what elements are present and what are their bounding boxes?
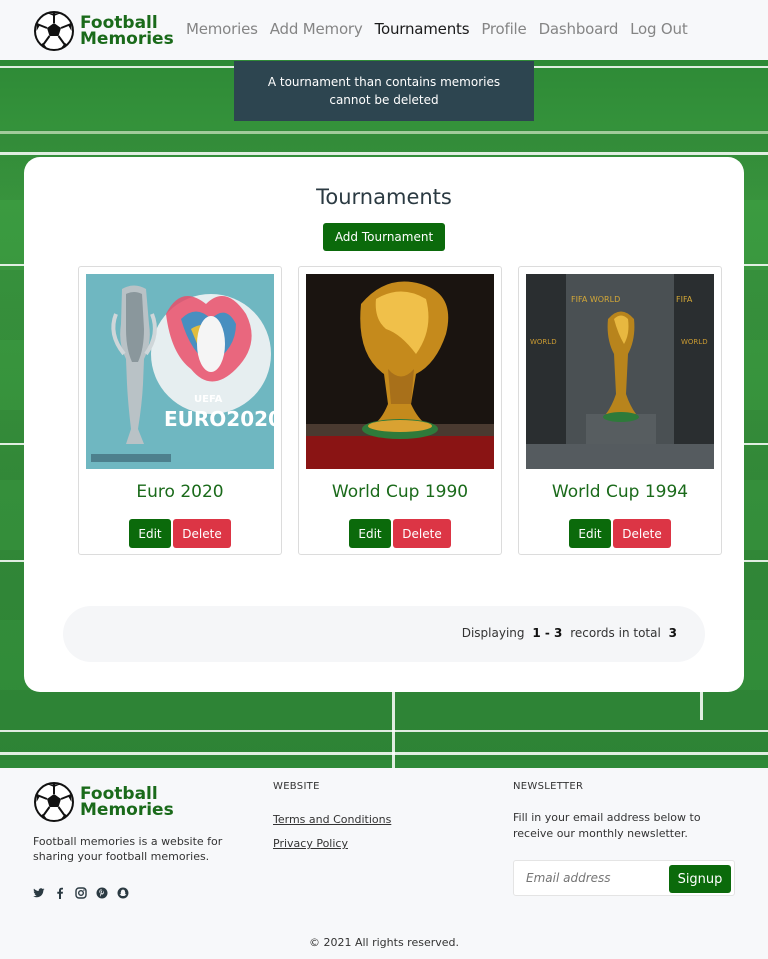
tournament-card: World Cup 1990 Edit Delete xyxy=(298,266,502,555)
edit-button[interactable]: Edit xyxy=(569,519,611,548)
social-links xyxy=(33,884,129,899)
newsletter-heading: NEWSLETTER xyxy=(513,781,584,792)
delete-button[interactable]: Delete xyxy=(613,519,671,548)
tournament-name[interactable]: World Cup 1994 xyxy=(519,482,721,502)
pinterest-icon[interactable] xyxy=(96,884,108,899)
pager-range: 1 - 3 xyxy=(532,626,563,640)
nav-memories[interactable]: Memories xyxy=(186,20,258,38)
site-logo[interactable]: Football Memories xyxy=(34,11,174,51)
pager-prefix: Displaying xyxy=(461,626,525,640)
logo-line2: Memories xyxy=(80,29,174,49)
terms-link[interactable]: Terms and Conditions xyxy=(273,813,391,826)
world-cup-trophy-image: FIFA WORLD FIFA WORLD WORLD xyxy=(526,274,714,469)
pager-middle: records in total xyxy=(570,626,661,640)
website-heading: WEBSITE xyxy=(273,781,320,792)
page-title: Tournaments xyxy=(316,185,452,209)
delete-button[interactable]: Delete xyxy=(393,519,451,548)
privacy-link[interactable]: Privacy Policy xyxy=(273,837,348,850)
main-nav: Memories Add Memory Tournaments Profile … xyxy=(186,20,688,38)
football-icon xyxy=(34,782,74,822)
pitch-line xyxy=(392,692,395,768)
edit-button[interactable]: Edit xyxy=(129,519,171,548)
logo-line2: Memories xyxy=(80,800,174,820)
edit-button[interactable]: Edit xyxy=(349,519,391,548)
tournament-image[interactable]: FIFA WORLD FIFA WORLD WORLD xyxy=(526,274,714,469)
tournaments-panel: Tournaments Add Tournament EURO2020 UEFA… xyxy=(24,157,744,692)
pager-total: 3 xyxy=(668,626,677,640)
pitch-line xyxy=(0,752,768,755)
twitter-icon[interactable] xyxy=(33,884,45,898)
tournament-card: FIFA WORLD FIFA WORLD WORLD World Cup 19… xyxy=(518,266,722,555)
add-tournament-button[interactable]: Add Tournament xyxy=(323,223,445,251)
tournament-image[interactable] xyxy=(306,274,494,469)
facebook-icon[interactable] xyxy=(54,884,66,899)
snapchat-icon[interactable] xyxy=(117,884,129,899)
nav-tournaments[interactable]: Tournaments xyxy=(375,20,470,38)
footer-description: Football memories is a website for shari… xyxy=(33,835,223,863)
site-footer: Football Memories Football memories is a… xyxy=(0,768,768,959)
instagram-icon[interactable] xyxy=(75,884,87,899)
alert-message: A tournament than contains memories cann… xyxy=(234,61,534,121)
logo-text: Football Memories xyxy=(80,15,174,49)
tournament-image[interactable]: EURO2020 UEFA xyxy=(86,274,274,469)
pagination-summary: Displaying 1 - 3 records in total 3 xyxy=(63,606,705,662)
records-summary: Displaying 1 - 3 records in total 3 xyxy=(462,626,681,640)
copyright: © 2021 All rights reserved. xyxy=(308,936,460,949)
alert-text: A tournament than contains memories cann… xyxy=(267,75,501,107)
nav-dashboard[interactable]: Dashboard xyxy=(539,20,619,38)
world-cup-trophy-image xyxy=(306,274,494,469)
site-header: Football Memories Memories Add Memory To… xyxy=(0,0,768,60)
football-icon xyxy=(34,11,74,51)
nav-profile[interactable]: Profile xyxy=(481,20,526,38)
pitch-line xyxy=(0,152,768,155)
svg-text:WORLD: WORLD xyxy=(530,338,557,346)
tournament-name[interactable]: World Cup 1990 xyxy=(299,482,501,502)
svg-text:FIFA: FIFA xyxy=(676,295,693,304)
svg-text:UEFA: UEFA xyxy=(194,394,223,405)
pitch-line xyxy=(0,131,768,134)
newsletter-form: Signup xyxy=(513,860,735,896)
email-field[interactable] xyxy=(515,862,665,894)
tournament-name[interactable]: Euro 2020 xyxy=(79,482,281,502)
logo-text: Football Memories xyxy=(80,786,174,820)
tournament-card: EURO2020 UEFA Euro 2020 Edit Delete xyxy=(78,266,282,555)
nav-add-memory[interactable]: Add Memory xyxy=(270,20,363,38)
delete-button[interactable]: Delete xyxy=(173,519,231,548)
nav-log-out[interactable]: Log Out xyxy=(630,20,688,38)
svg-text:WORLD: WORLD xyxy=(681,338,708,346)
svg-text:EURO2020: EURO2020 xyxy=(164,407,274,431)
svg-text:FIFA WORLD: FIFA WORLD xyxy=(571,295,620,304)
footer-logo[interactable]: Football Memories xyxy=(34,782,174,822)
signup-button[interactable]: Signup xyxy=(669,865,731,893)
newsletter-text: Fill in your email address below to rece… xyxy=(513,811,701,840)
pitch-line xyxy=(0,730,768,732)
euro-trophy-image: EURO2020 UEFA xyxy=(86,274,274,469)
